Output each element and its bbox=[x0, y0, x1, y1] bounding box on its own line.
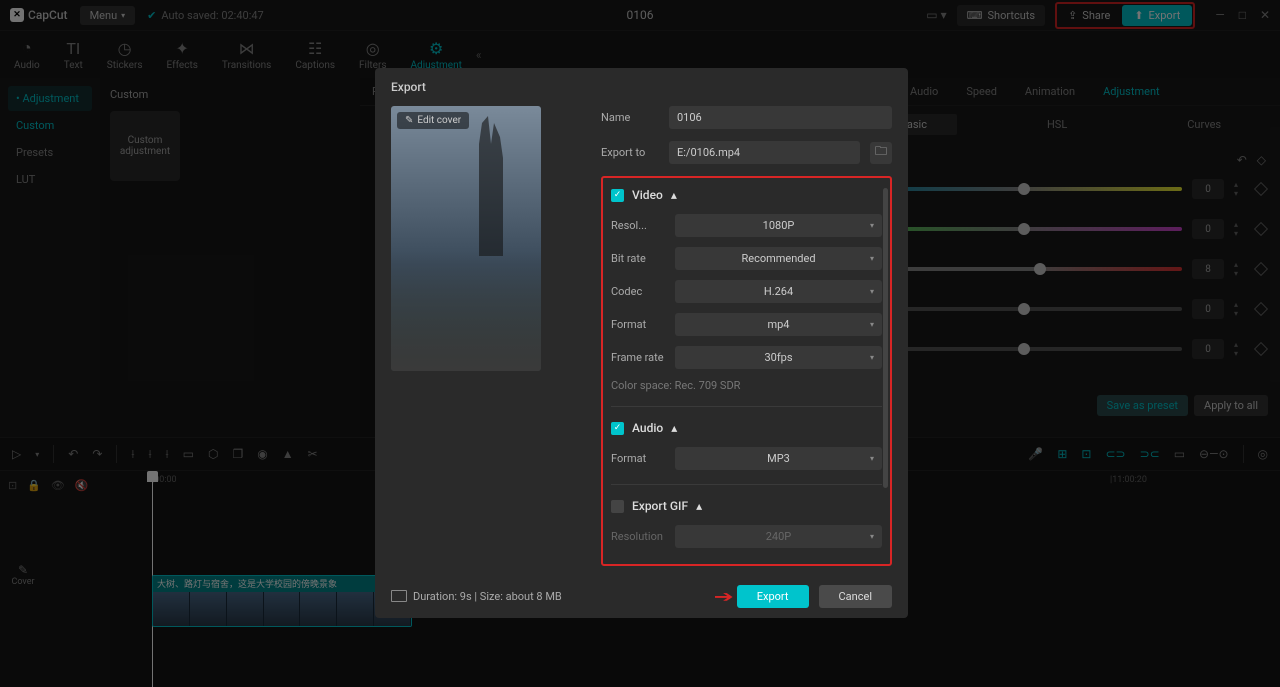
folder-icon: 🗀 bbox=[875, 142, 887, 163]
audio-checkbox[interactable]: ✓ bbox=[611, 422, 624, 435]
film-icon bbox=[391, 590, 407, 602]
modal-title: Export bbox=[375, 68, 908, 106]
exportto-label: Export to bbox=[601, 146, 659, 159]
duration-info: Duration: 9s | Size: about 8 MB bbox=[391, 590, 562, 603]
name-label: Name bbox=[601, 111, 659, 124]
cover-preview: ✎ Edit cover bbox=[391, 106, 541, 371]
audio-format-dropdown[interactable]: MP3▾ bbox=[675, 447, 882, 470]
gif-checkbox[interactable] bbox=[611, 500, 624, 513]
name-input[interactable] bbox=[669, 106, 892, 129]
export-button[interactable]: Export bbox=[737, 585, 809, 608]
export-modal: Export ✎ Edit cover Name Export to 🗀 bbox=[375, 68, 908, 618]
gif-heading: Export GIF bbox=[632, 499, 688, 513]
arrow-indicator-icon: ➔ bbox=[714, 587, 734, 606]
codec-dropdown[interactable]: H.264▾ bbox=[675, 280, 882, 303]
video-checkbox[interactable]: ✓ bbox=[611, 189, 624, 202]
pencil-icon: ✎ bbox=[405, 115, 413, 126]
video-format-dropdown[interactable]: mp4▾ bbox=[675, 313, 882, 336]
caret-icon[interactable]: ▴ bbox=[671, 188, 677, 202]
audio-heading: Audio bbox=[632, 421, 663, 435]
framerate-dropdown[interactable]: 30fps▾ bbox=[675, 346, 882, 369]
cancel-button[interactable]: Cancel bbox=[819, 585, 892, 608]
export-settings-highlight: ✓ Video ▴ Resol... 1080P▾ Bit rate Recom… bbox=[601, 176, 892, 566]
resolution-dropdown[interactable]: 1080P▾ bbox=[675, 214, 882, 237]
edit-cover-button[interactable]: ✎ Edit cover bbox=[397, 112, 469, 129]
bitrate-dropdown[interactable]: Recommended▾ bbox=[675, 247, 882, 270]
exportto-input[interactable] bbox=[669, 141, 860, 164]
video-heading: Video bbox=[632, 188, 663, 202]
gif-resolution-dropdown: 240P▾ bbox=[675, 525, 882, 548]
folder-button[interactable]: 🗀 bbox=[870, 142, 892, 164]
scrollbar[interactable] bbox=[883, 188, 888, 488]
caret-icon[interactable]: ▴ bbox=[696, 499, 702, 513]
colorspace-note: Color space: Rec. 709 SDR bbox=[611, 379, 882, 392]
caret-icon[interactable]: ▴ bbox=[671, 421, 677, 435]
